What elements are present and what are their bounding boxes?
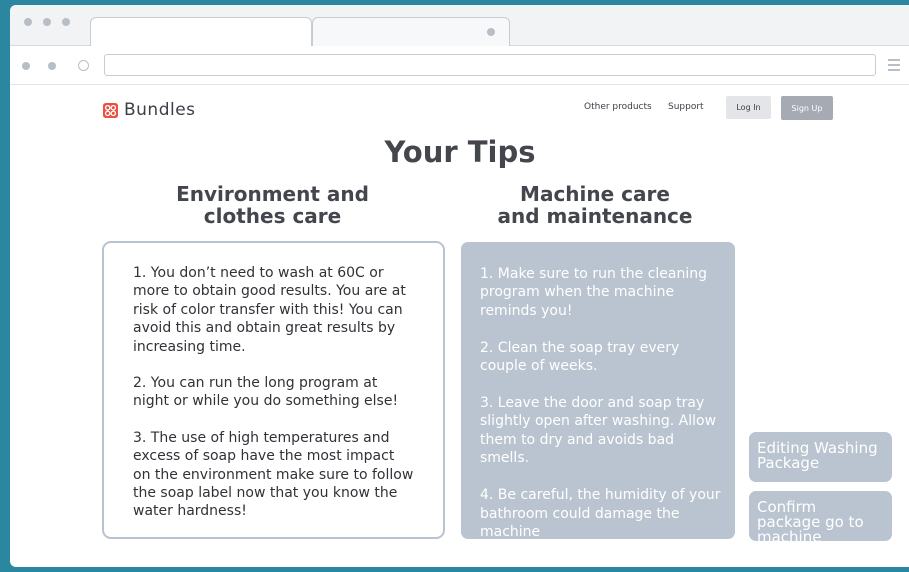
window-minimize-dot[interactable] xyxy=(43,18,51,26)
forward-icon[interactable] xyxy=(48,62,56,70)
browser-menu-icon[interactable] xyxy=(888,59,900,74)
nav-link-support[interactable]: Support xyxy=(668,102,704,112)
brand-name: Bundles xyxy=(124,100,196,120)
environment-tips-card: 1. You don’t need to wash at 60C or more… xyxy=(102,241,445,539)
login-button[interactable]: Log In xyxy=(726,96,771,119)
back-icon[interactable] xyxy=(22,62,30,70)
machine-tip-2: 2. Clean the soap tray every couple of w… xyxy=(480,339,680,375)
confirm-package-button[interactable]: Confirm package go to machine xyxy=(749,491,892,545)
edit-washing-package-button[interactable]: Editing Washing Package xyxy=(749,432,892,482)
window-maximize-dot[interactable] xyxy=(62,18,70,26)
environment-column-title: Environment and clothes care xyxy=(176,182,369,228)
browser-tab-active[interactable] xyxy=(90,17,312,46)
browser-tab-inactive[interactable] xyxy=(312,17,510,46)
environment-tip-3: 3. The use of high temperatures and exce… xyxy=(133,429,414,520)
brand-logo[interactable]: Bundles xyxy=(103,100,196,120)
page-content: Bundles Other products Support Log In Si… xyxy=(10,85,909,567)
tab-close-icon[interactable] xyxy=(487,28,495,36)
environment-tip-2: 2. You can run the long program at night… xyxy=(133,375,399,410)
machine-tip-3: 3. Leave the door and soap tray slightly… xyxy=(480,395,717,467)
machine-tip-4: 4. Be careful, the humidity of your bath… xyxy=(480,487,721,540)
browser-titlebar xyxy=(10,5,909,46)
page-title: Your Tips xyxy=(384,135,536,169)
nav-link-other-products[interactable]: Other products xyxy=(584,102,652,112)
signup-button[interactable]: Sign Up xyxy=(781,96,833,120)
machine-tip-1: 1. Make sure to run the cleaning program… xyxy=(480,266,708,319)
browser-window: Bundles Other products Support Log In Si… xyxy=(10,5,909,567)
reload-icon[interactable] xyxy=(78,60,89,71)
environment-tip-1: 1. You don’t need to wash at 60C or more… xyxy=(133,265,406,355)
address-bar[interactable] xyxy=(104,54,876,76)
window-close-dot[interactable] xyxy=(24,18,32,26)
bundles-logo-icon xyxy=(103,102,118,118)
machine-tips-card: 1. Make sure to run the cleaning program… xyxy=(461,242,735,540)
machine-column-title: Machine care and maintenance xyxy=(497,182,693,228)
browser-toolbar xyxy=(10,46,909,85)
